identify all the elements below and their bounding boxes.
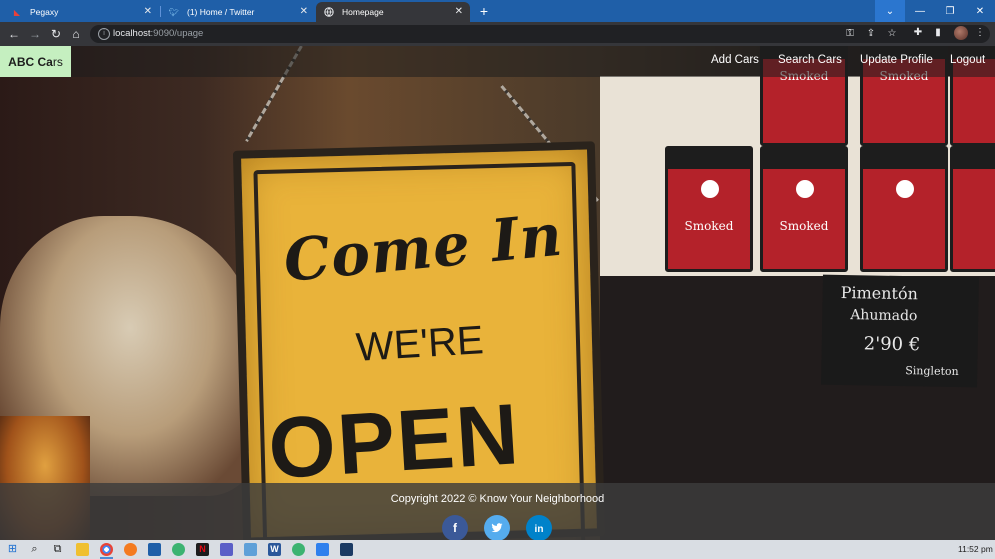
info-icon[interactable]: i — [98, 28, 110, 40]
nav-add-cars[interactable]: Add Cars — [711, 54, 759, 66]
extensions-icon[interactable]: ✚ — [912, 27, 924, 39]
app-icon[interactable] — [148, 543, 161, 556]
task-view-icon[interactable]: ⧉ — [51, 543, 64, 556]
windows-taskbar: ⊞ ⌕ ⧉ N W 11:52 pm — [0, 540, 995, 559]
url-host: localhost — [113, 28, 151, 39]
netflix-icon[interactable]: N — [196, 543, 209, 556]
home-icon: ⌂ — [72, 27, 80, 41]
price-chalkboard: Pimentón Ahumado 2'90 € Singleton — [821, 274, 979, 388]
avatar[interactable] — [954, 26, 968, 40]
twitter-icon: 🐦︎ — [168, 7, 180, 17]
browser-tab-strip: ◣ Pegaxy ✕ 🐦︎ (1) Home / Twitter ✕ Homep… — [0, 0, 995, 22]
twitter-button[interactable] — [484, 515, 510, 540]
menu-dots-icon[interactable]: ⋮ — [974, 27, 986, 39]
nav-logout[interactable]: Logout — [950, 54, 985, 66]
tab-pegaxy[interactable]: ◣ Pegaxy ✕ — [4, 2, 159, 22]
search-icon[interactable]: ⌕ — [28, 543, 41, 556]
close-icon: ✕ — [975, 5, 985, 17]
linkedin-icon: in — [534, 524, 544, 535]
minimize-button[interactable]: — — [905, 0, 935, 22]
close-icon[interactable]: ✕ — [455, 6, 463, 17]
tab-twitter[interactable]: 🐦︎ (1) Home / Twitter ✕ — [161, 2, 315, 22]
paprika-tin: Smoked — [665, 146, 753, 272]
pegaxy-icon: ◣ — [13, 7, 21, 17]
tab-search-button[interactable]: ⌄ — [875, 0, 905, 22]
url-text[interactable]: localhost:9090/upage — [113, 28, 203, 39]
tab-homepage[interactable]: Homepage ✕ — [316, 2, 470, 22]
brand-logo[interactable]: ABC Ca rs — [0, 46, 71, 77]
facebook-button[interactable]: f — [442, 515, 468, 540]
forward-button[interactable]: → — [28, 27, 42, 41]
chalk-price: 2'90 € — [863, 333, 921, 356]
sign-text: WE'RE — [354, 318, 485, 370]
reload-button[interactable]: ↻ — [49, 27, 63, 41]
star-icon[interactable]: ☆ — [886, 28, 898, 40]
brand-text: rs — [52, 54, 63, 69]
close-window-button[interactable]: ✕ — [965, 0, 995, 22]
teams-icon[interactable] — [220, 543, 233, 556]
share-icon[interactable]: ⇪ — [865, 28, 877, 40]
brand-text: ABC Ca — [8, 54, 53, 69]
paprika-tin — [860, 146, 948, 272]
globe-icon — [324, 7, 334, 17]
system-clock[interactable]: 11:52 pm — [958, 544, 993, 554]
back-button[interactable]: ← — [7, 27, 21, 41]
edge-icon[interactable] — [292, 543, 305, 556]
word-icon[interactable]: W — [268, 543, 281, 556]
chalk-text: Singleton — [905, 364, 959, 379]
site-navbar: ABC Ca rs Add Cars Search Cars Update Pro… — [0, 46, 995, 77]
tab-title: Homepage — [342, 7, 384, 17]
tab-title: Pegaxy — [30, 7, 59, 17]
key-icon[interactable]: ⚿ — [844, 28, 856, 40]
side-panel-icon[interactable]: ▮ — [932, 27, 944, 39]
paprika-tin: Smoked — [760, 146, 848, 272]
chrome-icon[interactable] — [100, 543, 113, 556]
arrow-left-icon: ← — [8, 27, 20, 41]
close-icon[interactable]: ✕ — [300, 6, 308, 17]
windows-start-icon[interactable]: ⊞ — [6, 543, 19, 556]
app-icon[interactable] — [316, 543, 329, 556]
paprika-tin — [950, 146, 995, 272]
restore-button[interactable]: ❐ — [935, 0, 965, 22]
copyright-text: Copyright 2022 © Know Your Neighborhood — [390, 493, 605, 505]
app-icon[interactable] — [244, 543, 257, 556]
chalk-text: Pimentón — [840, 282, 919, 304]
chevron-down-icon: ⌄ — [885, 5, 895, 17]
linkedin-button[interactable]: in — [526, 515, 552, 540]
app-icon[interactable] — [340, 543, 353, 556]
restore-icon: ❐ — [945, 5, 955, 17]
new-tab-button[interactable]: + — [476, 3, 492, 19]
firefox-icon[interactable] — [124, 543, 137, 556]
page-viewport: Smoked Smoked Smoked Smoked Pimentón Ahu… — [0, 46, 995, 540]
chalk-text: Ahumado — [850, 307, 918, 325]
site-footer: Copyright 2022 © Know Your Neighborhood … — [0, 483, 995, 540]
arrow-right-icon: → — [29, 27, 41, 41]
edge-icon[interactable] — [172, 543, 185, 556]
reload-icon: ↻ — [50, 27, 62, 41]
address-bar[interactable]: i localhost:9090/upage ⚿ ⇪ ☆ — [90, 25, 990, 43]
open-sign: Come In WE'RE OPEN — [232, 141, 606, 540]
nav-update-profile[interactable]: Update Profile — [860, 54, 933, 66]
tab-title: (1) Home / Twitter — [187, 7, 255, 17]
facebook-icon: f — [453, 521, 457, 535]
home-button[interactable]: ⌂ — [69, 27, 83, 41]
file-explorer-icon[interactable] — [76, 543, 89, 556]
close-icon[interactable]: ✕ — [144, 6, 152, 17]
browser-toolbar: ← → ↻ ⌂ i localhost:9090/upage ⚿ ⇪ ☆ ✚ ▮… — [0, 22, 995, 46]
nav-search-cars[interactable]: Search Cars — [778, 54, 842, 66]
url-path: :9090/upage — [150, 28, 204, 39]
minimize-icon: — — [915, 5, 925, 17]
twitter-icon — [491, 523, 503, 537]
